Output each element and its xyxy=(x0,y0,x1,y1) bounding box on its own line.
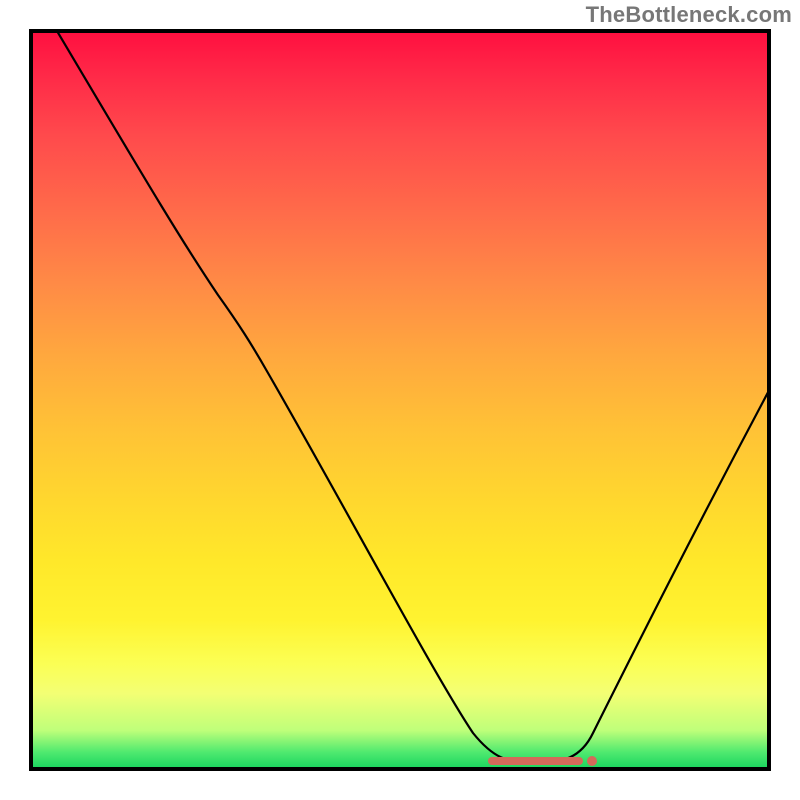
watermark-text: TheBottleneck.com xyxy=(586,2,792,28)
optimum-marker xyxy=(488,757,583,765)
chart-frame xyxy=(29,29,771,771)
bottleneck-curve xyxy=(33,33,767,767)
optimum-marker-dot xyxy=(587,756,597,766)
